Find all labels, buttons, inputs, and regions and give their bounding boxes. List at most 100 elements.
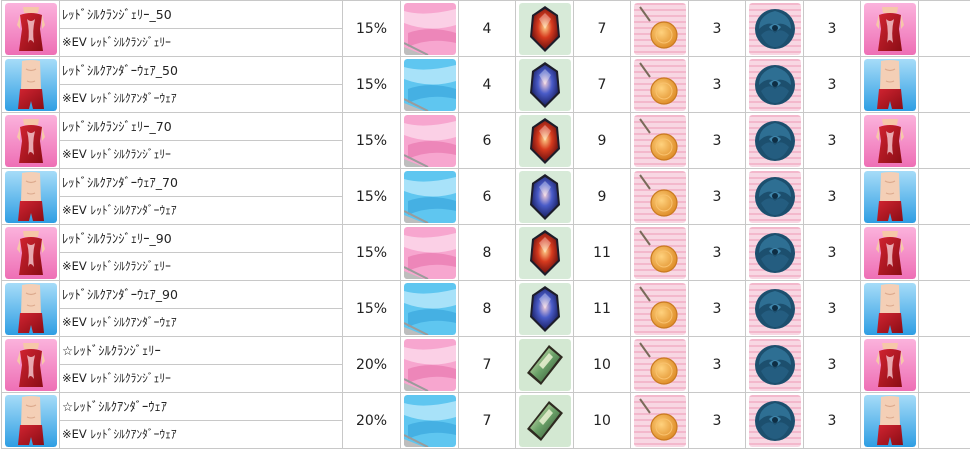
blue-rose-icon xyxy=(746,282,803,335)
item-name: ﾚｯﾄﾞｼﾙｸﾗﾝｼﾞｪﾘｰ_70 xyxy=(60,113,342,141)
material-gem-cell xyxy=(515,168,574,225)
material-gem-cell xyxy=(515,280,574,337)
result-thumbnail-cell xyxy=(860,280,919,337)
material-gem-cell xyxy=(515,112,574,169)
material-cloth-cell xyxy=(400,168,459,225)
material-badge-cell xyxy=(630,336,689,393)
material-rose-cell xyxy=(745,112,804,169)
material-rose-cell xyxy=(745,0,804,57)
blue-rose-icon xyxy=(746,394,803,447)
blue-rose-icon xyxy=(746,2,803,55)
gem-quantity: 10 xyxy=(573,336,631,393)
table-row: ﾚｯﾄﾞｼﾙｸｱﾝﾀﾞｰｳｪｱ_70 ※EV ﾚｯﾄﾞｼﾙｸｱﾝﾀﾞｰｳｪｱ 15%… xyxy=(1,168,970,225)
silk-cloth-icon xyxy=(401,338,458,391)
empty-cell xyxy=(918,280,970,337)
material-gem-cell xyxy=(515,224,574,281)
material-rose-cell xyxy=(745,56,804,113)
lingerie-icon xyxy=(861,2,918,55)
underwear-icon xyxy=(2,282,59,335)
gem-icon xyxy=(516,338,573,391)
gem-quantity: 10 xyxy=(573,392,631,449)
item-name: ☆ﾚｯﾄﾞｼﾙｸｱﾝﾀﾞｰｳｪｱ xyxy=(60,393,342,421)
result-thumbnail-cell xyxy=(860,336,919,393)
item-name: ﾚｯﾄﾞｼﾙｸｱﾝﾀﾞｰｳｪｱ_70 xyxy=(60,169,342,197)
empty-cell xyxy=(918,336,970,393)
lingerie-icon xyxy=(2,226,59,279)
underwear-icon xyxy=(2,170,59,223)
badge-quantity: 3 xyxy=(688,280,746,337)
badge-icon xyxy=(631,226,688,279)
item-name: ☆ﾚｯﾄﾞｼﾙｸﾗﾝｼﾞｪﾘｰ xyxy=(60,337,342,365)
item-source: ※EV ﾚｯﾄﾞｼﾙｸｱﾝﾀﾞｰｳｪｱ xyxy=(62,427,177,441)
cloth-quantity: 8 xyxy=(458,224,516,281)
cloth-quantity: 7 xyxy=(458,336,516,393)
material-rose-cell xyxy=(745,224,804,281)
badge-quantity: 3 xyxy=(688,392,746,449)
table-row: ☆ﾚｯﾄﾞｼﾙｸﾗﾝｼﾞｪﾘｰ ※EV ﾚｯﾄﾞｼﾙｸﾗﾝｼﾞｪﾘｰ 20% 7 10 3… xyxy=(1,336,970,393)
item-thumbnail-cell xyxy=(1,168,60,225)
rose-quantity: 3 xyxy=(803,56,861,113)
blue-rose-icon xyxy=(746,338,803,391)
lingerie-icon xyxy=(2,2,59,55)
badge-icon xyxy=(631,114,688,167)
rose-quantity: 3 xyxy=(803,168,861,225)
result-thumbnail-cell xyxy=(860,392,919,449)
gem-icon xyxy=(516,170,573,223)
material-badge-cell xyxy=(630,224,689,281)
material-cloth-cell xyxy=(400,0,459,57)
material-gem-cell xyxy=(515,336,574,393)
material-cloth-cell xyxy=(400,336,459,393)
item-thumbnail-cell xyxy=(1,336,60,393)
badge-quantity: 3 xyxy=(688,224,746,281)
result-thumbnail-cell xyxy=(860,0,919,57)
item-thumbnail-cell xyxy=(1,392,60,449)
silk-cloth-icon xyxy=(401,282,458,335)
underwear-icon xyxy=(861,394,918,447)
lingerie-icon xyxy=(2,114,59,167)
table-row: ﾚｯﾄﾞｼﾙｸﾗﾝｼﾞｪﾘｰ_70 ※EV ﾚｯﾄﾞｼﾙｸﾗﾝｼﾞｪﾘｰ 15% 6 9… xyxy=(1,112,970,169)
material-badge-cell xyxy=(630,112,689,169)
item-source: ※EV ﾚｯﾄﾞｼﾙｸﾗﾝｼﾞｪﾘｰ xyxy=(62,35,171,49)
item-name-cell: ☆ﾚｯﾄﾞｼﾙｸﾗﾝｼﾞｪﾘｰ ※EV ﾚｯﾄﾞｼﾙｸﾗﾝｼﾞｪﾘｰ xyxy=(59,336,343,393)
item-thumbnail-cell xyxy=(1,56,60,113)
silk-cloth-icon xyxy=(401,58,458,111)
lingerie-icon xyxy=(861,338,918,391)
blue-rose-icon xyxy=(746,114,803,167)
underwear-icon xyxy=(2,394,59,447)
material-cloth-cell xyxy=(400,224,459,281)
success-rate: 15% xyxy=(342,56,401,113)
rose-quantity: 3 xyxy=(803,392,861,449)
lingerie-icon xyxy=(2,338,59,391)
item-source: ※EV ﾚｯﾄﾞｼﾙｸﾗﾝｼﾞｪﾘｰ xyxy=(62,259,171,273)
empty-cell xyxy=(918,112,970,169)
cloth-quantity: 6 xyxy=(458,168,516,225)
rose-quantity: 3 xyxy=(803,336,861,393)
gem-icon xyxy=(516,394,573,447)
cloth-quantity: 7 xyxy=(458,392,516,449)
item-name: ﾚｯﾄﾞｼﾙｸﾗﾝｼﾞｪﾘｰ_90 xyxy=(60,225,342,253)
empty-cell xyxy=(918,56,970,113)
rose-quantity: 3 xyxy=(803,0,861,57)
empty-cell xyxy=(918,224,970,281)
cloth-quantity: 4 xyxy=(458,56,516,113)
result-thumbnail-cell xyxy=(860,56,919,113)
gem-quantity: 11 xyxy=(573,224,631,281)
material-gem-cell xyxy=(515,0,574,57)
result-thumbnail-cell xyxy=(860,168,919,225)
gem-icon xyxy=(516,226,573,279)
material-cloth-cell xyxy=(400,392,459,449)
item-source: ※EV ﾚｯﾄﾞｼﾙｸｱﾝﾀﾞｰｳｪｱ xyxy=(62,91,177,105)
silk-cloth-icon xyxy=(401,226,458,279)
item-name-cell: ﾚｯﾄﾞｼﾙｸｱﾝﾀﾞｰｳｪｱ_70 ※EV ﾚｯﾄﾞｼﾙｸｱﾝﾀﾞｰｳｪｱ xyxy=(59,168,343,225)
material-gem-cell xyxy=(515,56,574,113)
badge-quantity: 3 xyxy=(688,336,746,393)
item-name: ﾚｯﾄﾞｼﾙｸｱﾝﾀﾞｰｳｪｱ_90 xyxy=(60,281,342,309)
badge-icon xyxy=(631,170,688,223)
material-cloth-cell xyxy=(400,280,459,337)
silk-cloth-icon xyxy=(401,2,458,55)
result-thumbnail-cell xyxy=(860,112,919,169)
gem-quantity: 7 xyxy=(573,56,631,113)
item-name-cell: ﾚｯﾄﾞｼﾙｸﾗﾝｼﾞｪﾘｰ_50 ※EV ﾚｯﾄﾞｼﾙｸﾗﾝｼﾞｪﾘｰ xyxy=(59,0,343,57)
success-rate: 20% xyxy=(342,392,401,449)
material-cloth-cell xyxy=(400,56,459,113)
